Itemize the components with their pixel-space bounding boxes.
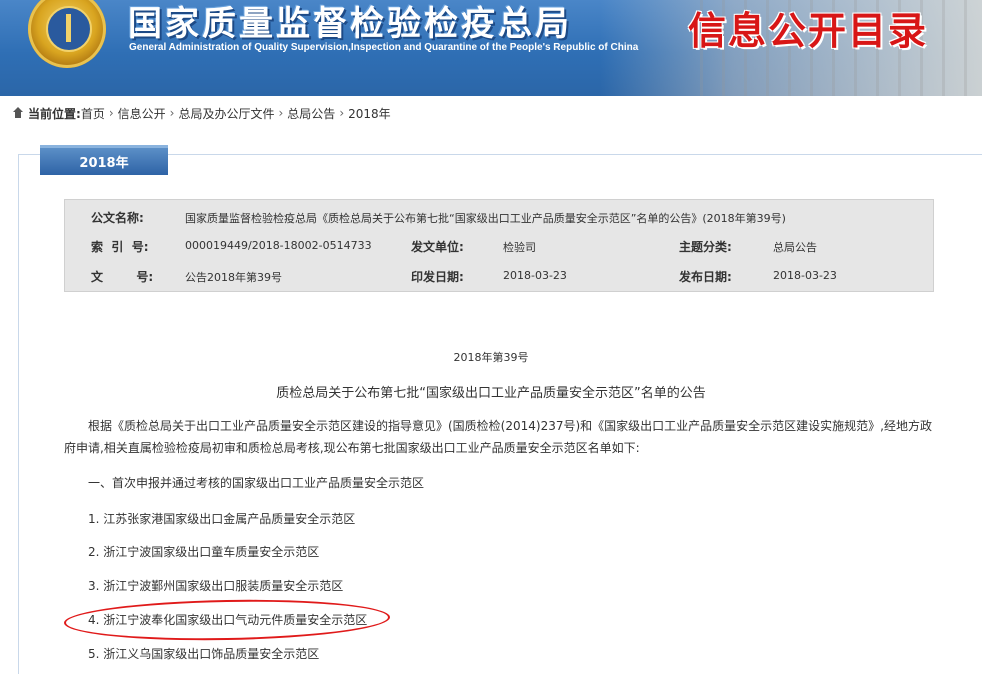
print-date-value: 2018-03-23 <box>503 269 567 282</box>
publish-date-label: 发布日期: <box>679 270 732 284</box>
publish-date-value: 2018-03-23 <box>773 269 837 282</box>
list-item: 5. 浙江义乌国家级出口饰品质量安全示范区 <box>88 647 320 661</box>
breadcrumb-separator-icon: › <box>278 106 284 120</box>
site-title: 国家质量监督检验检疫总局 <box>128 4 572 44</box>
breadcrumb-separator-icon: › <box>169 106 175 120</box>
header-banner: 国家质量监督检验检疫总局 General Administration of Q… <box>0 0 982 96</box>
topic-value: 总局公告 <box>773 241 817 254</box>
breadcrumb: 当前位置: 首页 › 信息公开 › 总局及办公厅文件 › 总局公告 › 2018… <box>12 104 391 122</box>
site-subtitle: General Administration of Quality Superv… <box>129 42 639 53</box>
article-section-heading: 一、首次申报并通过考核的国家级出口工业产品质量安全示范区 <box>88 476 425 490</box>
breadcrumb-separator-icon: › <box>339 106 345 120</box>
red-circle-annotation <box>63 597 391 643</box>
breadcrumb-separator-icon: › <box>108 106 114 120</box>
print-date-label: 印发日期: <box>411 270 464 284</box>
issuer-value: 检验司 <box>503 241 536 254</box>
topic-label: 主题分类: <box>679 240 732 254</box>
doc-name-label: 公文名称: <box>91 211 144 225</box>
breadcrumb-current: 2018年 <box>348 106 391 121</box>
breadcrumb-label: 当前位置: <box>28 106 81 121</box>
index-label: 索 引 号: <box>91 240 149 254</box>
breadcrumb-info-public[interactable]: 信息公开 <box>118 105 166 122</box>
content-border <box>18 154 19 674</box>
breadcrumb-announcements[interactable]: 总局公告 <box>287 105 335 122</box>
breadcrumb-office-docs[interactable]: 总局及办公厅文件 <box>178 105 274 122</box>
list-item: 3. 浙江宁波鄞州国家级出口服装质量安全示范区 <box>88 579 344 593</box>
document-meta-table: 公文名称: 国家质量监督检验检疫总局《质检总局关于公布第七批“国家级出口工业产品… <box>64 199 934 292</box>
docno-value: 公告2018年第39号 <box>185 271 282 284</box>
article-title: 质检总局关于公布第七批“国家级出口工业产品质量安全示范区”名单的公告 <box>276 386 706 401</box>
list-item: 2. 浙江宁波国家级出口童车质量安全示范区 <box>88 545 320 559</box>
list-item: 1. 江苏张家港国家级出口金属产品质量安全示范区 <box>88 512 356 526</box>
article-doc-number: 2018年第39号 <box>453 351 529 364</box>
docno-label: 文 号: <box>91 270 154 284</box>
doc-name-value: 国家质量监督检验检疫总局《质检总局关于公布第七批“国家级出口工业产品质量安全示范… <box>185 212 786 225</box>
index-value: 000019449/2018-18002-0514733 <box>185 239 372 252</box>
issuer-label: 发文单位: <box>411 240 464 254</box>
breadcrumb-home[interactable]: 首页 <box>81 105 105 122</box>
tab-year-2018[interactable]: 2018年 <box>40 145 168 175</box>
section-title: 信息公开目录 <box>688 9 929 53</box>
home-icon <box>12 107 24 119</box>
article-paragraph: 根据《质检总局关于出口工业产品质量安全示范区建设的指导意见》(国质检检(2014… <box>64 419 932 455</box>
agency-emblem-icon <box>28 0 106 68</box>
